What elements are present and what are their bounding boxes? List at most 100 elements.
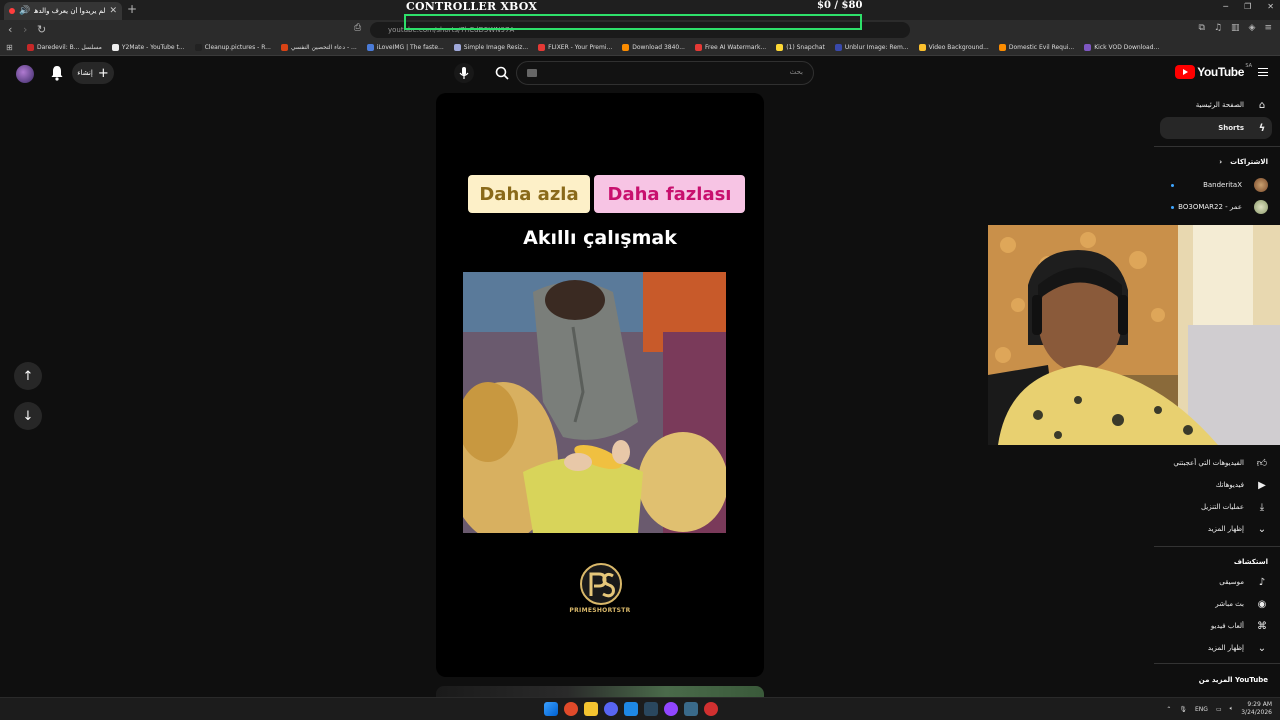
channel-avatar: [1254, 178, 1268, 192]
reload-icon[interactable]: ↻: [37, 23, 46, 36]
close-window-icon[interactable]: ✕: [1267, 2, 1274, 11]
arrow-down-icon: ↓: [22, 408, 34, 424]
voice-search-button[interactable]: [454, 63, 474, 83]
twitch-icon[interactable]: [664, 702, 678, 716]
bookmark-item[interactable]: Simple Image Resiz...: [449, 44, 533, 51]
app-icon[interactable]: [684, 702, 698, 716]
brave-browser-icon[interactable]: [564, 702, 578, 716]
sidebar-item-gaming[interactable]: ألعاب فيديو ⌘: [1211, 617, 1268, 635]
bookmark-favicon-icon: [111, 44, 119, 51]
sidebar-item-liked[interactable]: الفيديوهات التي أعجبتني 👍︎: [1173, 454, 1268, 472]
sidebar-item-your-videos[interactable]: فيديوهاتك ▶: [1216, 476, 1268, 494]
recording-indicator-icon: [9, 8, 15, 14]
network-icon[interactable]: ▭: [1216, 706, 1222, 713]
bookmark-favicon-icon: [366, 44, 374, 51]
search-icon[interactable]: [486, 61, 518, 85]
sidebar-channel-bo3omar22[interactable]: BO3OMAR22 - عمر: [1178, 198, 1268, 216]
stream-goal-amount: $0 / $80: [817, 0, 863, 11]
sidebar-channel-banderitax[interactable]: BanderitaX: [1203, 176, 1268, 194]
previous-short-button[interactable]: ↑: [14, 362, 42, 390]
bookmark-label: FLIXER - Your Premi...: [548, 44, 613, 51]
new-content-dot: [1171, 206, 1174, 209]
sidebar-subscriptions-heading[interactable]: › الاشتراكات: [1219, 158, 1268, 166]
sidebar-show-more-explore[interactable]: إظهار المزيد ⌄: [1208, 639, 1268, 657]
forward-icon[interactable]: ›: [23, 23, 27, 36]
search-input[interactable]: بحث: [516, 61, 814, 85]
obs-icon[interactable]: [704, 702, 718, 716]
new-tab-icon[interactable]: +: [127, 2, 137, 16]
browser-toolbar-icons: ⧉ ♫ ▥ ◈ ≡: [1199, 23, 1273, 33]
keyboard-icon[interactable]: [527, 69, 537, 77]
sidebar-item-live[interactable]: بث مباشر ◉: [1215, 595, 1268, 613]
guide-menu-icon[interactable]: [1258, 68, 1268, 76]
sidebar-icon[interactable]: ▥: [1231, 23, 1240, 33]
clock[interactable]: 9:29 AM 3/24/2026: [1241, 701, 1272, 717]
create-label: إنشاء: [77, 69, 93, 77]
close-tab-icon[interactable]: ✕: [109, 6, 117, 16]
bookmark-item[interactable]: FLIXER - Your Premi...: [533, 44, 617, 51]
bookmark-item[interactable]: Y2Mate - YouTube t...: [107, 44, 190, 51]
edge-icon[interactable]: [624, 702, 638, 716]
apps-grid-icon[interactable]: ⊞: [6, 43, 13, 52]
shorts-player[interactable]: Daha azla Daha fazlası Akıllı çalışmak P…: [436, 93, 764, 677]
steam-icon[interactable]: [644, 702, 658, 716]
file-explorer-icon[interactable]: [584, 702, 598, 716]
bookmark-item[interactable]: Domestic Evil Requi...: [994, 44, 1079, 51]
bookmark-item[interactable]: Free AI Watermark...: [690, 44, 771, 51]
start-icon[interactable]: [544, 702, 558, 716]
sidebar-item-music[interactable]: موسيقى ♪: [1219, 573, 1268, 591]
sidebar-show-more-you[interactable]: إظهار المزيد ⌄: [1208, 520, 1268, 538]
bookmark-item[interactable]: Unblur Image: Rem...: [830, 44, 914, 51]
bookmark-label: Cleanup.pictures - R...: [204, 44, 271, 51]
active-tab[interactable]: 🔊 لم يريدوا أن يعرف والدهم أن ... ✕: [4, 2, 122, 20]
sidebar-item-shorts[interactable]: Shorts ϟ: [1218, 119, 1268, 137]
minimize-icon[interactable]: ─: [1223, 2, 1228, 11]
channel-name: BanderitaX: [1203, 181, 1242, 189]
bookmark-item[interactable]: (1) Snapchat: [771, 44, 830, 51]
bookmark-label: Free AI Watermark...: [704, 44, 767, 51]
account-avatar[interactable]: [16, 65, 34, 83]
extensions-icon[interactable]: ⧉: [1199, 23, 1205, 33]
discord-icon[interactable]: [604, 702, 618, 716]
bookmark-item[interactable]: Cleanup.pictures - R...: [190, 44, 276, 51]
video-caption: Akıllı çalışmak: [523, 227, 677, 249]
sidebar-your-videos-label: فيديوهاتك: [1215, 481, 1244, 489]
bookmark-icon[interactable]: ⎙: [354, 23, 361, 33]
maximize-icon[interactable]: ❐: [1244, 2, 1251, 11]
sidebar-divider: [1154, 146, 1280, 147]
audio-icon: 🔊: [19, 6, 31, 16]
menu-icon[interactable]: ≡: [1264, 23, 1272, 33]
bookmark-item[interactable]: دعاء التحصين النفسي - ...: [276, 44, 362, 51]
notifications-bell-icon[interactable]: [50, 65, 64, 81]
wallet-icon[interactable]: ◈: [1249, 23, 1256, 33]
bookmark-item[interactable]: Video Background...: [914, 44, 994, 51]
tab-title: لم يريدوا أن يعرف والدهم أن ...: [34, 7, 106, 15]
channel-brand-text: PRIMESHORTSTR: [569, 607, 631, 614]
sidebar-item-downloads[interactable]: عمليات التنزيل ⤓: [1201, 498, 1268, 516]
bookmark-favicon-icon: [453, 44, 461, 51]
youtube-logo[interactable]: YouTube SA: [1175, 63, 1252, 79]
sidebar-item-home[interactable]: الصفحة الرئيسية ⌂: [1196, 96, 1268, 114]
new-content-dot: [1171, 184, 1174, 187]
create-button[interactable]: إنشاء +: [72, 62, 114, 84]
bookmark-item[interactable]: iLoveIMG | The faste...: [362, 44, 449, 51]
back-icon[interactable]: ‹: [8, 23, 12, 36]
video-icon: ▶: [1258, 479, 1266, 491]
next-short-button[interactable]: ↓: [14, 402, 42, 430]
show-more-label: إظهار المزيد: [1207, 525, 1244, 533]
bookmark-label: Download 3840...: [632, 44, 685, 51]
home-icon: ⌂: [1258, 99, 1266, 111]
bookmark-item[interactable]: Download 3840...: [617, 44, 690, 51]
date: 3/24/2026: [1241, 709, 1272, 716]
volume-icon[interactable]: 🔈︎: [1230, 705, 1234, 713]
bookmark-favicon-icon: [538, 44, 546, 51]
tray-chevron-icon[interactable]: ⌃: [1166, 706, 1171, 713]
sidebar-live-label: بث مباشر: [1215, 600, 1244, 608]
taskbar-apps: [544, 702, 718, 716]
language-indicator[interactable]: ENG: [1195, 706, 1208, 713]
media-icon[interactable]: ♫: [1214, 23, 1222, 33]
bookmark-item[interactable]: Kick VOD Download...: [1079, 44, 1164, 51]
bookmark-label: Video Background...: [928, 44, 989, 51]
tray-mic-icon[interactable]: 🎙︎: [1179, 706, 1187, 713]
bookmark-item[interactable]: Daredevil: B... مسلسل: [22, 44, 107, 51]
